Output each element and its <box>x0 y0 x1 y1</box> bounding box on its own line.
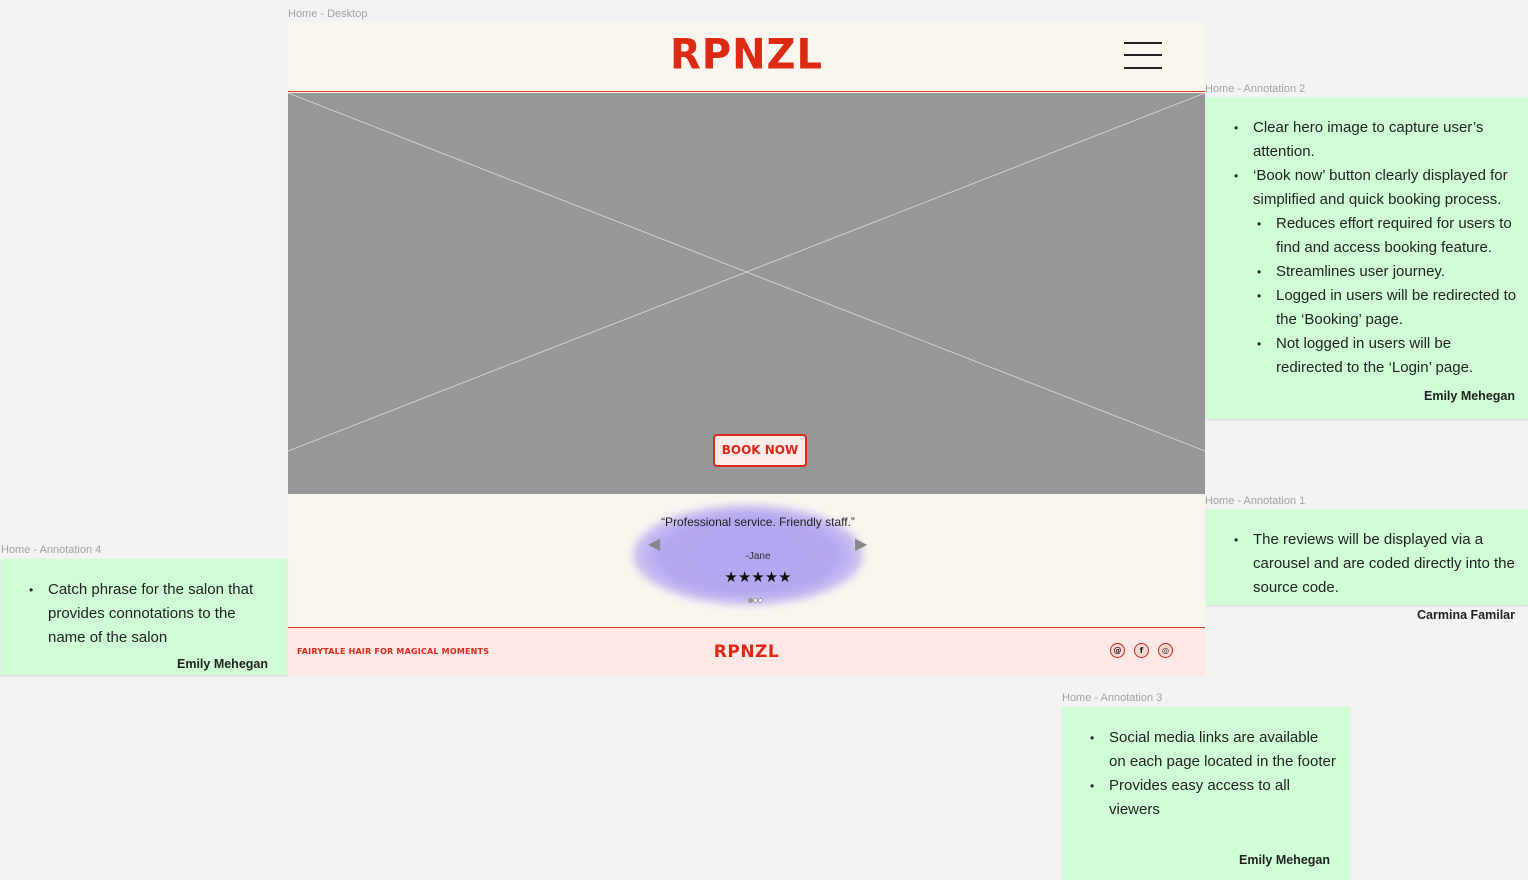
annotation-item: Clear hero image to capture user’s atten… <box>1234 116 1518 164</box>
annotation-2: Clear hero image to capture user’s atten… <box>1206 97 1528 419</box>
hamburger-menu-icon[interactable] <box>1124 42 1162 70</box>
annotation-4: Catch phrase for the salon that provides… <box>1 559 287 675</box>
desktop-frame-label: Home - Desktop <box>288 8 368 20</box>
annotation-item: The reviews will be displayed via a caro… <box>1234 528 1518 600</box>
annotation-4-label: Home - Annotation 4 <box>1 544 102 556</box>
annotation-author: Emily Mehegan <box>1239 853 1330 867</box>
annotation-author: Emily Mehegan <box>1424 389 1515 403</box>
annotation-subitem: Logged in users will be redirected to th… <box>1257 284 1518 332</box>
carousel-dots <box>748 598 768 604</box>
site-header: RPNZL <box>288 22 1205 92</box>
annotation-2-label: Home - Annotation 2 <box>1205 83 1306 95</box>
annotation-subitem: Streamlines user journey. <box>1257 260 1518 284</box>
annotation-item: ‘Book now’ button clearly displayed for … <box>1234 164 1518 212</box>
facebook-icon[interactable]: f <box>1134 643 1149 658</box>
annotation-3: Social media links are available on each… <box>1062 707 1350 880</box>
annotation-item: Social media links are available on each… <box>1090 726 1338 774</box>
reviews-carousel: ◀ ▶ “Professional service. Friendly staf… <box>288 494 1205 627</box>
desktop-frame: RPNZL BOOK NOW ◀ ▶ “Professional service… <box>288 22 1205 676</box>
annotation-item: Catch phrase for the salon that provides… <box>29 578 275 650</box>
review-quote: “Professional service. Friendly staff.” <box>661 515 855 529</box>
book-now-button[interactable]: BOOK NOW <box>713 434 807 467</box>
annotation-subitem: Not logged in users will be redirected t… <box>1257 332 1518 380</box>
instagram-icon[interactable]: ◎ <box>1158 643 1173 658</box>
site-footer: FAIRYTALE HAIR FOR MAGICAL MOMENTS RPNZL… <box>288 627 1205 676</box>
annotation-item: Provides easy access to all viewers <box>1090 774 1338 822</box>
review-stars: ★★★★★ <box>724 568 792 586</box>
review-author: -Jane <box>745 551 771 562</box>
annotation-3-label: Home - Annotation 3 <box>1062 692 1163 704</box>
carousel-dot[interactable] <box>758 598 763 603</box>
annotation-1-label: Home - Annotation 1 <box>1205 495 1306 507</box>
annotation-author: Emily Mehegan <box>177 657 268 671</box>
footer-logo[interactable]: RPNZL <box>288 642 1205 662</box>
annotation-author: Carmina Familar <box>1417 608 1515 622</box>
threads-icon[interactable]: @ <box>1110 643 1125 658</box>
annotation-1: The reviews will be displayed via a caro… <box>1206 509 1528 622</box>
annotation-subitem: Reduces effort required for users to fin… <box>1257 212 1518 260</box>
site-logo[interactable]: RPNZL <box>288 31 1205 79</box>
